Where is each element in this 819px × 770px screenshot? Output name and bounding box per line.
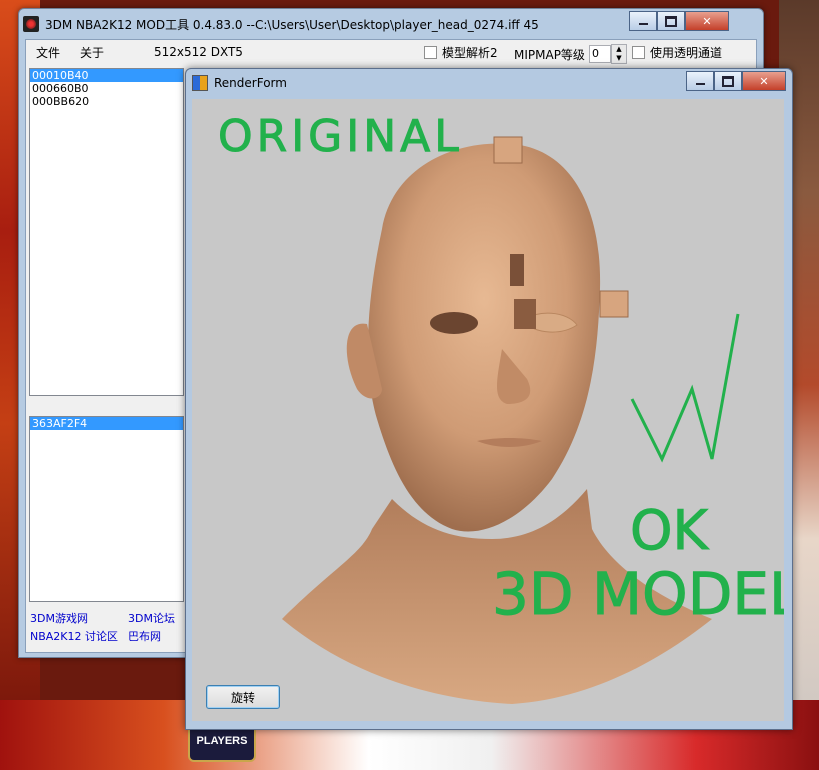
render-maximize-button[interactable]: [714, 71, 742, 91]
model-parse-option[interactable]: 模型解析2: [424, 44, 498, 61]
mipmap-spin-buttons[interactable]: ▲ ▼: [610, 44, 627, 64]
alpha-option[interactable]: 使用透明通道: [632, 44, 722, 61]
main-window-controls: ✕: [629, 11, 729, 31]
list-item[interactable]: 000660B0: [30, 82, 183, 95]
app-icon: [23, 16, 39, 32]
mipmap-option: MIPMAP等级 0 ▲ ▼: [514, 44, 627, 64]
list-item[interactable]: 00010B40: [30, 69, 183, 82]
link-babu[interactable]: 巴布网: [128, 628, 161, 644]
close-button[interactable]: ✕: [685, 11, 729, 31]
render-window-title: RenderForm: [214, 76, 287, 90]
link-nba2k12-forum[interactable]: NBA2K12 讨论区: [30, 628, 118, 644]
artifact-block: [599, 290, 629, 318]
artifact-block: [510, 254, 524, 286]
mipmap-input[interactable]: 0: [588, 45, 611, 63]
artifact-block: [493, 136, 523, 164]
render-form-icon: [192, 75, 208, 91]
link-3dm-forum[interactable]: 3DM论坛: [128, 610, 175, 626]
annotation-checkmark: [630, 313, 740, 463]
head-model-render: ORIGINAL OK 3D MODEL: [218, 111, 802, 704]
texture-info: 512x512 DXT5: [154, 45, 243, 59]
artifact-block: [514, 299, 536, 329]
spin-up-icon[interactable]: ▲: [612, 45, 626, 54]
left-eye-hole: [430, 312, 478, 334]
render-window: RenderForm ✕ ORIGINAL OK 3D MODEL 旋转: [185, 68, 802, 730]
menu-about[interactable]: 关于: [70, 44, 114, 61]
annotation-3d-model: 3D MODEL: [492, 560, 784, 628]
render-minimize-button[interactable]: [686, 71, 714, 91]
mipmap-label: MIPMAP等级: [514, 47, 585, 62]
rotate-button[interactable]: 旋转: [206, 685, 280, 709]
render-viewport[interactable]: ORIGINAL OK 3D MODEL 旋转: [192, 99, 802, 721]
render-close-button[interactable]: ✕: [742, 71, 786, 91]
head-shape: [367, 143, 601, 532]
annotation-original: ORIGINAL: [218, 111, 463, 162]
render-window-controls: ✕: [686, 71, 786, 91]
link-3dm-game-site[interactable]: 3DM游戏网: [30, 610, 88, 626]
offset-list[interactable]: 00010B40 000660B0 000BB620: [29, 68, 184, 396]
alpha-label: 使用透明通道: [650, 46, 723, 60]
list-item[interactable]: 000BB620: [30, 95, 183, 108]
main-window-title: 3DM NBA2K12 MOD工具 0.4.83.0 --C:\Users\Us…: [45, 17, 539, 32]
menu-file[interactable]: 文件: [26, 44, 70, 61]
maximize-button[interactable]: [657, 11, 685, 31]
annotation-ok: OK: [630, 499, 710, 562]
minimize-button[interactable]: [629, 11, 657, 31]
model-parse-label: 模型解析2: [442, 46, 498, 60]
render-title-bar[interactable]: RenderForm: [192, 73, 287, 93]
list-item[interactable]: 363AF2F4: [30, 417, 183, 430]
spin-down-icon[interactable]: ▼: [612, 54, 626, 63]
model-parse-checkbox[interactable]: [424, 46, 437, 59]
alpha-checkbox[interactable]: [632, 46, 645, 59]
mipmap-stepper[interactable]: 0 ▲ ▼: [588, 44, 627, 64]
texture-list[interactable]: 363AF2F4: [29, 416, 184, 602]
